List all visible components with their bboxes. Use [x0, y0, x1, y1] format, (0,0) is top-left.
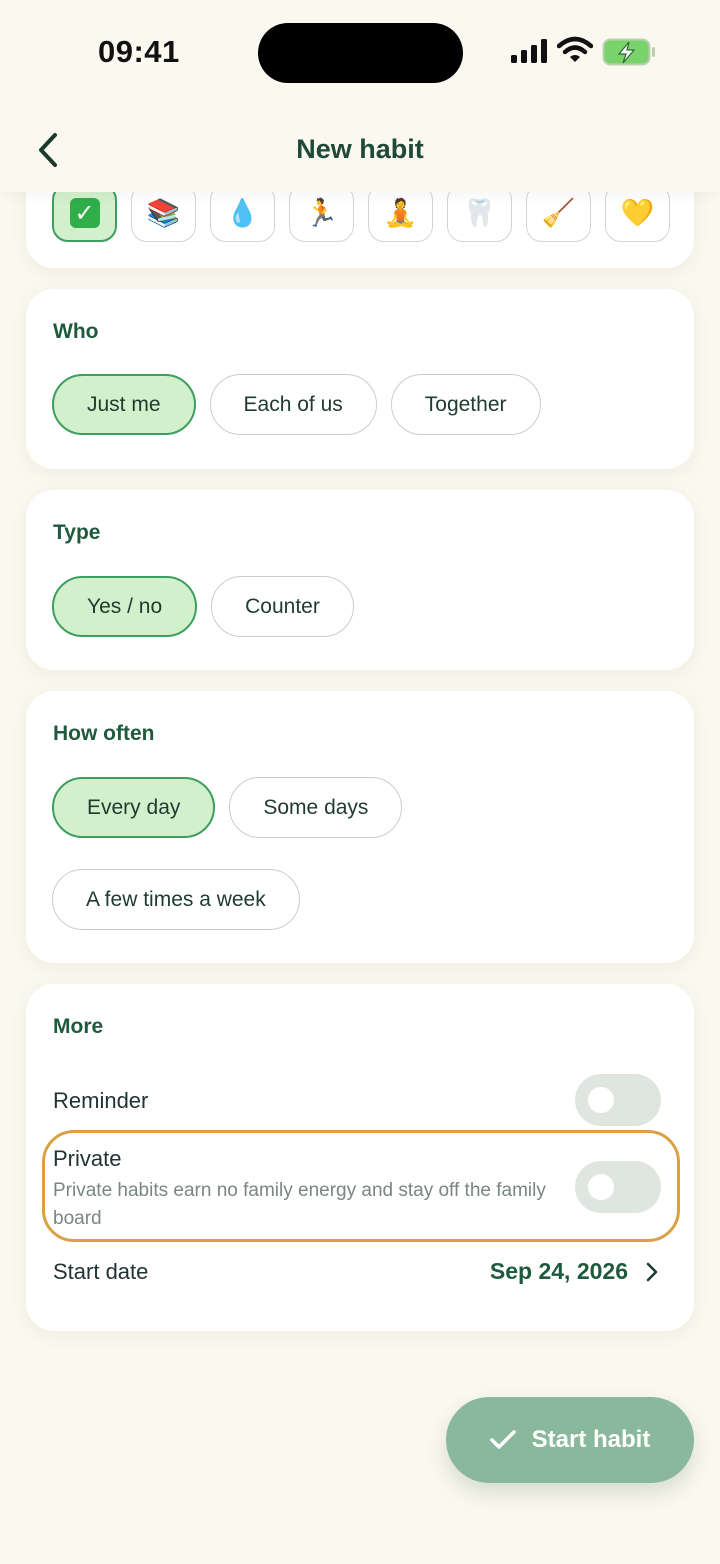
- toggle-knob: [588, 1174, 614, 1200]
- icon-option-books[interactable]: 📚: [131, 184, 196, 242]
- icon-option-run[interactable]: 🏃: [289, 184, 354, 242]
- meditation-icon: 🧘: [383, 198, 418, 229]
- who-option-together[interactable]: Together: [390, 374, 541, 435]
- private-helper-text: Private habits earn no family energy and…: [53, 1180, 546, 1229]
- frequency-title: How often: [53, 722, 155, 745]
- start-date-label: Start date: [53, 1259, 149, 1284]
- water-drop-icon: 💧: [225, 198, 260, 229]
- type-option-yes-no[interactable]: Yes / no: [52, 576, 198, 637]
- private-label: Private: [53, 1146, 122, 1171]
- start-habit-label: Start habit: [531, 1426, 651, 1453]
- reminder-toggle[interactable]: [575, 1074, 661, 1126]
- nav-header: New habit: [0, 110, 720, 192]
- page-title: New habit: [296, 134, 424, 164]
- broom-icon: 🧹: [541, 198, 576, 229]
- who-option-each-of-us[interactable]: Each of us: [209, 374, 377, 435]
- tooth-icon: 🦷: [462, 198, 497, 229]
- status-bar: 09:41: [0, 0, 720, 110]
- icon-option-check[interactable]: ✓: [52, 184, 117, 242]
- who-options: Just me Each of us Together: [52, 374, 541, 435]
- runner-icon: 🏃: [304, 198, 339, 229]
- reminder-label: Reminder: [53, 1088, 149, 1113]
- who-card: Who Just me Each of us Together: [26, 289, 694, 469]
- battery-icon: [602, 38, 655, 66]
- frequency-options: Every day Some days A few times a week: [52, 777, 652, 930]
- more-card: More Reminder Private Private habits ear…: [26, 984, 694, 1331]
- type-card: Type Yes / no Counter: [26, 490, 694, 670]
- frequency-option-every-day[interactable]: Every day: [52, 777, 216, 838]
- frequency-card: How often Every day Some days A few time…: [26, 691, 694, 963]
- start-date-value[interactable]: Sep 24, 2026: [490, 1258, 628, 1285]
- toggle-knob: [588, 1087, 614, 1113]
- icon-option-tooth[interactable]: 🦷: [447, 184, 512, 242]
- icon-picker-row: ✓ 📚 💧 🏃 🧘 🦷 🧹 💛: [52, 184, 670, 242]
- signal-icon: [511, 39, 547, 63]
- type-title: Type: [53, 521, 101, 544]
- private-toggle[interactable]: [575, 1161, 661, 1213]
- frequency-option-few-times-week[interactable]: A few times a week: [52, 869, 300, 930]
- icon-option-water[interactable]: 💧: [210, 184, 275, 242]
- more-title: More: [53, 1015, 104, 1038]
- icon-option-broom[interactable]: 🧹: [526, 184, 591, 242]
- books-icon: 📚: [146, 198, 181, 229]
- status-time: 09:41: [98, 34, 180, 69]
- check-icon: ✓: [69, 198, 100, 228]
- icon-option-heart[interactable]: 💛: [605, 184, 670, 242]
- checkmark-icon: [489, 1430, 516, 1449]
- type-option-counter[interactable]: Counter: [211, 576, 354, 637]
- dynamic-island: [258, 23, 463, 83]
- type-options: Yes / no Counter: [52, 576, 354, 637]
- chevron-right-icon[interactable]: [646, 1262, 658, 1282]
- frequency-option-some-days[interactable]: Some days: [229, 777, 403, 838]
- yellow-heart-icon: 💛: [620, 198, 655, 229]
- wifi-icon: [557, 36, 593, 62]
- who-title: Who: [53, 320, 99, 343]
- icon-option-meditate[interactable]: 🧘: [368, 184, 433, 242]
- start-habit-button[interactable]: Start habit: [446, 1397, 694, 1483]
- who-option-just-me[interactable]: Just me: [52, 374, 196, 435]
